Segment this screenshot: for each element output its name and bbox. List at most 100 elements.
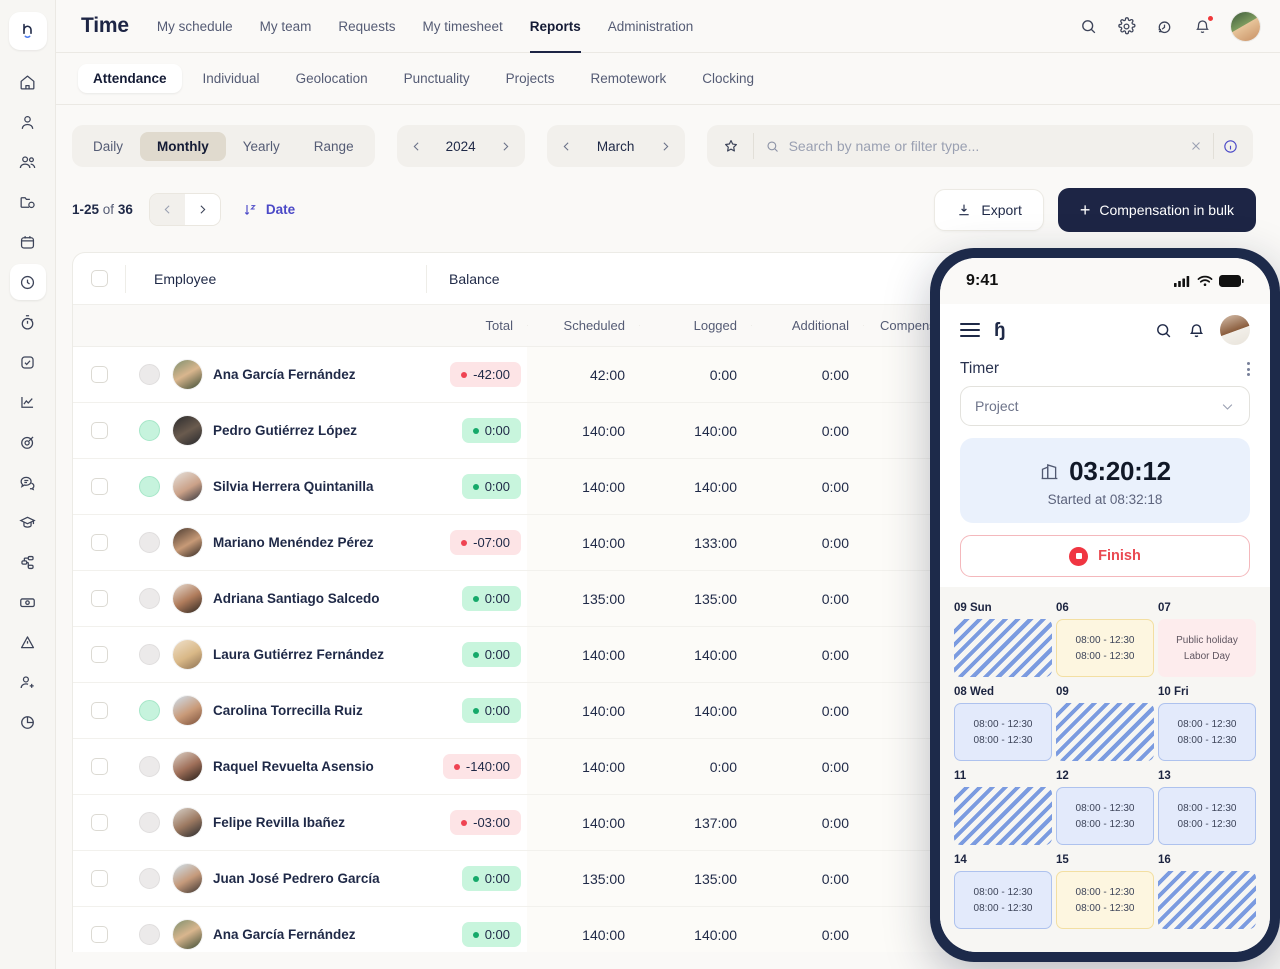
month-next-icon[interactable]	[656, 140, 675, 153]
tab-remotework[interactable]: Remotework	[575, 64, 681, 93]
row-checkbox[interactable]	[91, 478, 108, 495]
finish-button[interactable]: Finish	[960, 535, 1250, 577]
clear-search-icon[interactable]	[1179, 139, 1213, 153]
employee-cell[interactable]: Silvia Herrera Quintanilla	[173, 472, 425, 501]
calendar-day[interactable]: 1308:00 - 12:3008:00 - 12:30	[1158, 761, 1256, 845]
row-checkbox[interactable]	[91, 646, 108, 663]
period-yearly[interactable]: Yearly	[226, 132, 297, 161]
sidebar-item-tasks[interactable]	[10, 344, 46, 380]
calendar-day[interactable]: 1408:00 - 12:3008:00 - 12:30	[954, 845, 1052, 929]
tab-projects[interactable]: Projects	[491, 64, 570, 93]
calendar-slot[interactable]: Public holidayLabor Day	[1158, 619, 1256, 677]
select-all-checkbox[interactable]	[91, 270, 108, 287]
sidebar-item-user[interactable]	[10, 104, 46, 140]
column-scheduled[interactable]: Scheduled	[527, 318, 639, 333]
row-checkbox[interactable]	[91, 366, 108, 383]
select-all-cell[interactable]	[73, 270, 125, 287]
sidebar-item-calendar[interactable]	[10, 224, 46, 260]
search-icon[interactable]	[1079, 17, 1098, 36]
project-select[interactable]: Project	[960, 386, 1250, 426]
sidebar-item-chat[interactable]	[10, 464, 46, 500]
calendar-day[interactable]: 09 Sun	[954, 593, 1052, 677]
column-total[interactable]: Total	[425, 318, 527, 333]
phone-search-icon[interactable]	[1154, 321, 1173, 340]
phone-user-avatar[interactable]	[1220, 315, 1250, 345]
menu-icon[interactable]	[960, 323, 980, 337]
calendar-day[interactable]: 0608:00 - 12:3008:00 - 12:30	[1056, 593, 1154, 677]
stopwatch-icon[interactable]	[1155, 17, 1174, 36]
compensation-bulk-button[interactable]: + Compensation in bulk	[1058, 188, 1256, 232]
column-logged[interactable]: Logged	[639, 318, 751, 333]
tab-punctuality[interactable]: Punctuality	[389, 64, 485, 93]
row-select-cell[interactable]	[73, 814, 125, 831]
sidebar-item-home[interactable]	[10, 64, 46, 100]
sidebar-item-workflow[interactable]	[10, 544, 46, 580]
sidebar-item-recruiting[interactable]	[10, 664, 46, 700]
search-input[interactable]	[789, 138, 1179, 154]
gear-icon[interactable]	[1117, 17, 1136, 36]
sidebar-item-payroll[interactable]	[10, 584, 46, 620]
year-next-icon[interactable]	[496, 140, 515, 153]
row-checkbox[interactable]	[91, 702, 108, 719]
sidebar-item-stopwatch[interactable]	[10, 304, 46, 340]
column-additional[interactable]: Additional	[751, 318, 863, 333]
tab-individual[interactable]: Individual	[188, 64, 275, 93]
row-checkbox[interactable]	[91, 422, 108, 439]
pagination-next-button[interactable]	[185, 194, 220, 225]
sidebar-item-goals[interactable]	[10, 424, 46, 460]
sidebar-item-team[interactable]	[10, 144, 46, 180]
calendar-slot[interactable]: 08:00 - 12:3008:00 - 12:30	[1056, 871, 1154, 929]
calendar-slot[interactable]	[1158, 871, 1256, 929]
nav-reports[interactable]: Reports	[530, 0, 581, 53]
sidebar-item-learning[interactable]	[10, 504, 46, 540]
nav-my-schedule[interactable]: My schedule	[157, 0, 233, 53]
calendar-day[interactable]: 08 Wed08:00 - 12:3008:00 - 12:30	[954, 677, 1052, 761]
calendar-day[interactable]: 09	[1056, 677, 1154, 761]
calendar-slot[interactable]: 08:00 - 12:3008:00 - 12:30	[1158, 703, 1256, 761]
row-checkbox[interactable]	[91, 814, 108, 831]
row-checkbox[interactable]	[91, 534, 108, 551]
sidebar-item-incidents[interactable]	[10, 624, 46, 660]
calendar-day[interactable]: 16	[1158, 845, 1256, 929]
nav-administration[interactable]: Administration	[608, 0, 694, 53]
calendar-day[interactable]: 1208:00 - 12:3008:00 - 12:30	[1056, 761, 1154, 845]
calendar-day[interactable]: 1508:00 - 12:3008:00 - 12:30	[1056, 845, 1154, 929]
period-monthly[interactable]: Monthly	[140, 132, 226, 161]
tab-clocking[interactable]: Clocking	[687, 64, 769, 93]
calendar-slot[interactable]: 08:00 - 12:3008:00 - 12:30	[1056, 787, 1154, 845]
row-select-cell[interactable]	[73, 478, 125, 495]
tab-geolocation[interactable]: Geolocation	[281, 64, 383, 93]
tab-attendance[interactable]: Attendance	[78, 64, 182, 93]
sidebar-item-folder[interactable]	[10, 184, 46, 220]
nav-my-team[interactable]: My team	[260, 0, 312, 53]
employee-cell[interactable]: Mariano Menéndez Pérez	[173, 528, 425, 557]
export-button[interactable]: Export	[934, 189, 1043, 231]
month-prev-icon[interactable]	[557, 140, 576, 153]
year-prev-icon[interactable]	[407, 140, 426, 153]
period-daily[interactable]: Daily	[76, 132, 140, 161]
app-logo[interactable]	[9, 12, 47, 50]
row-select-cell[interactable]	[73, 926, 125, 943]
employee-cell[interactable]: Ana García Fernández	[173, 920, 425, 949]
employee-cell[interactable]: Ana García Fernández	[173, 360, 425, 389]
employee-cell[interactable]: Juan José Pedrero García	[173, 864, 425, 893]
sidebar-item-time[interactable]	[10, 264, 46, 300]
user-avatar[interactable]	[1231, 12, 1260, 41]
row-select-cell[interactable]	[73, 870, 125, 887]
calendar-slot[interactable]: 08:00 - 12:3008:00 - 12:30	[954, 871, 1052, 929]
calendar-slot[interactable]	[954, 619, 1052, 677]
row-select-cell[interactable]	[73, 366, 125, 383]
calendar-slot[interactable]: 08:00 - 12:3008:00 - 12:30	[1158, 787, 1256, 845]
row-select-cell[interactable]	[73, 422, 125, 439]
bell-icon[interactable]	[1193, 17, 1212, 36]
calendar-day[interactable]: 07Public holidayLabor Day	[1158, 593, 1256, 677]
employee-cell[interactable]: Adriana Santiago Salcedo	[173, 584, 425, 613]
row-checkbox[interactable]	[91, 870, 108, 887]
row-select-cell[interactable]	[73, 646, 125, 663]
row-checkbox[interactable]	[91, 758, 108, 775]
employee-cell[interactable]: Carolina Torrecilla Ruiz	[173, 696, 425, 725]
row-checkbox[interactable]	[91, 590, 108, 607]
more-options-icon[interactable]	[1247, 362, 1250, 376]
calendar-slot[interactable]: 08:00 - 12:3008:00 - 12:30	[954, 703, 1052, 761]
employee-cell[interactable]: Pedro Gutiérrez López	[173, 416, 425, 445]
